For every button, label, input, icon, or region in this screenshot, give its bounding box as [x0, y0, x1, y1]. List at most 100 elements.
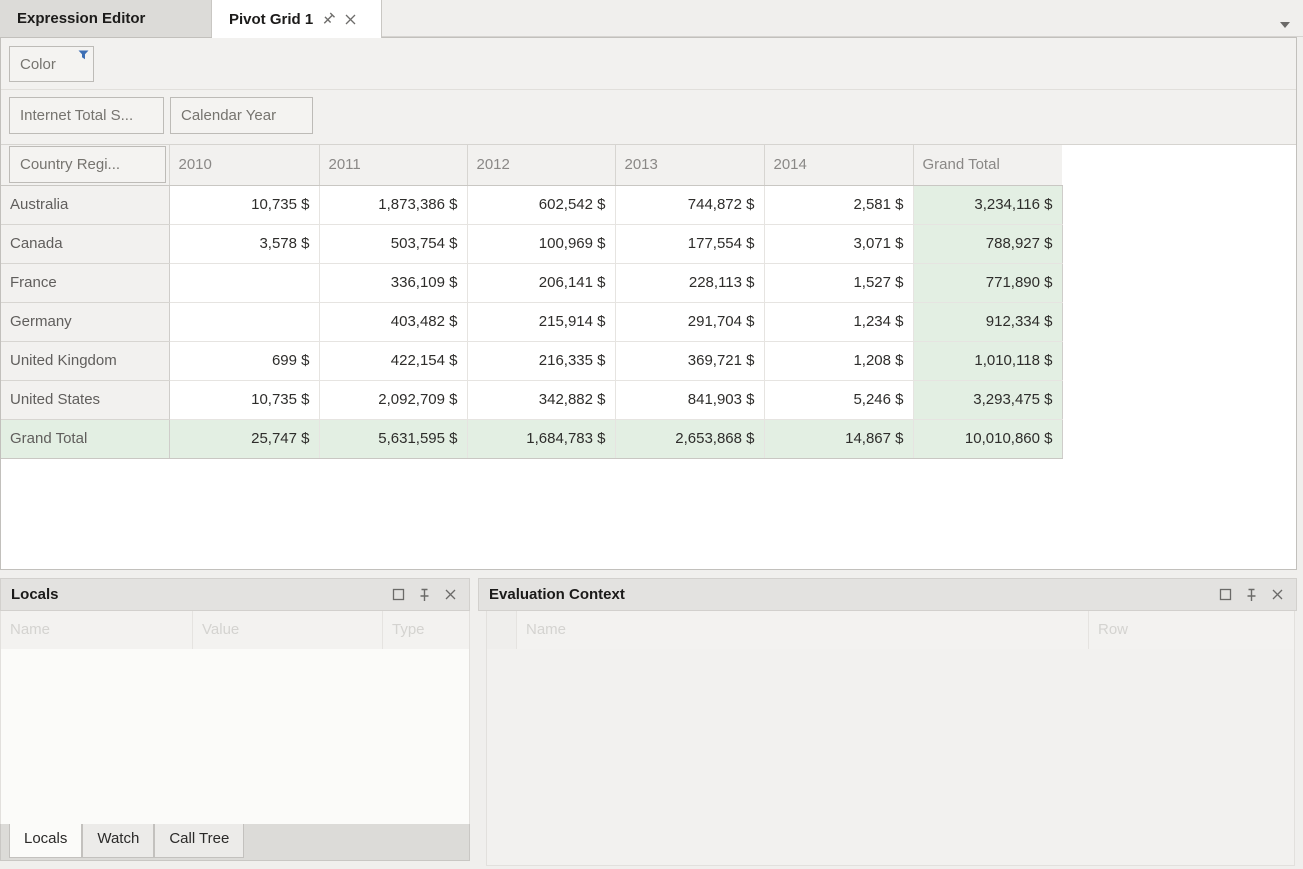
pivot-cell[interactable]: 2,581 $: [764, 185, 913, 224]
pivot-total-cell[interactable]: 2,653,868 $: [615, 419, 764, 458]
column-header-type[interactable]: Type: [383, 611, 469, 649]
evaluation-context-column-headers: Name Row: [486, 611, 1295, 649]
document-tab-strip: Expression Editor Pivot Grid 1: [0, 0, 1303, 37]
row-header[interactable]: Germany: [1, 302, 169, 341]
pivot-cell[interactable]: [169, 302, 319, 341]
maximize-icon[interactable]: [1212, 583, 1238, 607]
pivot-cell[interactable]: 699 $: [169, 341, 319, 380]
locals-panel: Locals Name Value Type Locals Watch Call…: [0, 578, 470, 869]
pivot-cell[interactable]: 291,704 $: [615, 302, 764, 341]
row-header[interactable]: France: [1, 263, 169, 302]
pivot-total-cell[interactable]: 771,890 $: [913, 263, 1062, 302]
pivot-cell[interactable]: 3,578 $: [169, 224, 319, 263]
column-header-2010[interactable]: 2010: [169, 145, 319, 185]
pivot-cell[interactable]: 215,914 $: [467, 302, 615, 341]
pivot-cell[interactable]: 503,754 $: [319, 224, 467, 263]
pivot-cell[interactable]: 228,113 $: [615, 263, 764, 302]
row-header[interactable]: United States: [1, 380, 169, 419]
close-icon[interactable]: [1264, 583, 1290, 607]
pivot-cell[interactable]: 1,234 $: [764, 302, 913, 341]
pivot-total-cell[interactable]: 912,334 $: [913, 302, 1062, 341]
pivot-cell[interactable]: 10,735 $: [169, 380, 319, 419]
filter-funnel-icon[interactable]: [78, 50, 89, 60]
column-header-2014[interactable]: 2014: [764, 145, 913, 185]
evaluation-context-content-area: [486, 649, 1295, 866]
pivot-total-cell[interactable]: 14,867 $: [764, 419, 913, 458]
close-icon[interactable]: [437, 583, 463, 607]
pivot-total-cell[interactable]: 25,747 $: [169, 419, 319, 458]
pivot-cell[interactable]: [169, 263, 319, 302]
table-row: Australia 10,735 $ 1,873,386 $ 602,542 $…: [1, 185, 1062, 224]
pivot-cell[interactable]: 602,542 $: [467, 185, 615, 224]
tab-locals[interactable]: Locals: [9, 824, 82, 858]
column-header-2011[interactable]: 2011: [319, 145, 467, 185]
pivot-total-cell[interactable]: 10,010,860 $: [913, 419, 1062, 458]
pivot-total-cell[interactable]: 5,631,595 $: [319, 419, 467, 458]
tab-call-tree[interactable]: Call Tree: [154, 824, 244, 858]
pivot-cell[interactable]: 342,882 $: [467, 380, 615, 419]
column-header-value[interactable]: Value: [193, 611, 383, 649]
pivot-cell[interactable]: 5,246 $: [764, 380, 913, 419]
pivot-cell[interactable]: 1,873,386 $: [319, 185, 467, 224]
pivot-cell[interactable]: 100,969 $: [467, 224, 615, 263]
pivot-cell[interactable]: 206,141 $: [467, 263, 615, 302]
row-field-button-country-region[interactable]: Country Regi...: [9, 146, 166, 183]
grand-total-row: Grand Total 25,747 $ 5,631,595 $ 1,684,7…: [1, 419, 1062, 458]
pin-icon[interactable]: [1238, 583, 1264, 607]
tab-pivot-grid-1[interactable]: Pivot Grid 1: [212, 0, 382, 38]
column-header-grand-total[interactable]: Grand Total: [913, 145, 1062, 185]
pivot-cell[interactable]: 177,554 $: [615, 224, 764, 263]
tab-watch[interactable]: Watch: [82, 824, 154, 858]
evaluation-context-titlebar: Evaluation Context: [478, 578, 1297, 611]
pivot-cell[interactable]: 2,092,709 $: [319, 380, 467, 419]
column-field-button-internet-total-sales[interactable]: Internet Total S...: [9, 97, 164, 134]
row-area-header: Country Regi...: [1, 145, 169, 185]
data-field-button-color[interactable]: Color: [9, 46, 94, 82]
column-field-button-calendar-year[interactable]: Calendar Year: [170, 97, 313, 134]
chevron-down-icon[interactable]: [1280, 15, 1290, 33]
pivot-total-cell[interactable]: 3,234,116 $: [913, 185, 1062, 224]
pivot-cell[interactable]: 1,527 $: [764, 263, 913, 302]
pivot-cell[interactable]: 422,154 $: [319, 341, 467, 380]
pivot-cell[interactable]: 1,208 $: [764, 341, 913, 380]
pivot-cell[interactable]: 10,735 $: [169, 185, 319, 224]
maximize-icon[interactable]: [385, 583, 411, 607]
tab-expression-editor[interactable]: Expression Editor: [0, 0, 212, 37]
pivot-cell[interactable]: 403,482 $: [319, 302, 467, 341]
field-label: Country Regi...: [20, 156, 120, 173]
pivot-total-cell[interactable]: 788,927 $: [913, 224, 1062, 263]
locals-column-headers: Name Value Type: [0, 611, 470, 649]
table-row: Canada 3,578 $ 503,754 $ 100,969 $ 177,5…: [1, 224, 1062, 263]
locals-content-area: [0, 649, 470, 824]
table-row: France 336,109 $ 206,141 $ 228,113 $ 1,5…: [1, 263, 1062, 302]
pivot-cell[interactable]: 369,721 $: [615, 341, 764, 380]
pivot-cell[interactable]: 744,872 $: [615, 185, 764, 224]
pivot-total-cell[interactable]: 3,293,475 $: [913, 380, 1062, 419]
column-header-name[interactable]: Name: [1, 611, 193, 649]
column-header-row[interactable]: Row: [1089, 611, 1294, 649]
pivot-cell[interactable]: 3,071 $: [764, 224, 913, 263]
row-header[interactable]: United Kingdom: [1, 341, 169, 380]
pin-icon[interactable]: [411, 583, 437, 607]
table-row: Germany 403,482 $ 215,914 $ 291,704 $ 1,…: [1, 302, 1062, 341]
locals-bottom-tab-strip: Locals Watch Call Tree: [0, 824, 470, 861]
close-icon[interactable]: [344, 13, 357, 26]
row-header[interactable]: Canada: [1, 224, 169, 263]
field-label: Calendar Year: [181, 107, 276, 124]
column-header-area: Internet Total S... Calendar Year: [1, 90, 1296, 145]
pivot-header-area: Color Internet Total S... Calendar Year: [1, 38, 1296, 145]
field-label: Color: [20, 56, 56, 73]
pivot-cell[interactable]: 336,109 $: [319, 263, 467, 302]
column-header-2012[interactable]: 2012: [467, 145, 615, 185]
pivot-cell[interactable]: 841,903 $: [615, 380, 764, 419]
row-header[interactable]: Australia: [1, 185, 169, 224]
data-header-area: Color: [1, 38, 1296, 90]
pivot-total-cell[interactable]: 1,684,783 $: [467, 419, 615, 458]
column-header-name[interactable]: Name: [517, 611, 1089, 649]
pivot-total-cell[interactable]: 1,010,118 $: [913, 341, 1062, 380]
field-label: Internet Total S...: [20, 107, 133, 124]
pivot-cell[interactable]: 216,335 $: [467, 341, 615, 380]
row-header-grand-total[interactable]: Grand Total: [1, 419, 169, 458]
column-header-2013[interactable]: 2013: [615, 145, 764, 185]
pin-icon[interactable]: [319, 9, 338, 28]
